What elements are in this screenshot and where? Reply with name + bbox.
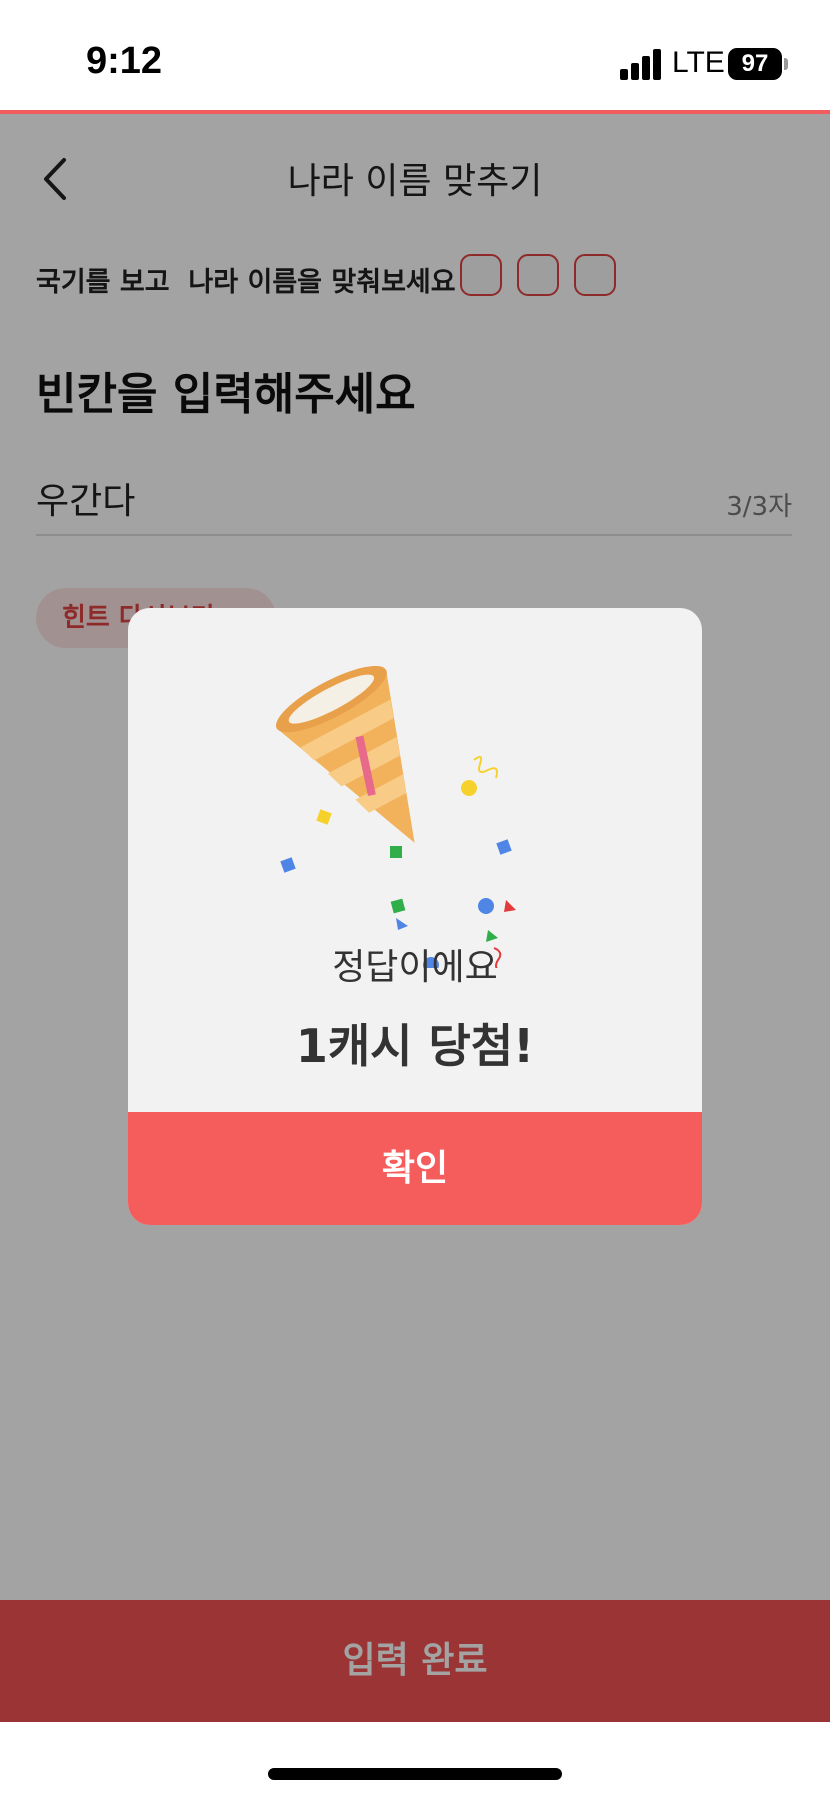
confirm-button[interactable]: 확인 [128, 1112, 702, 1225]
party-popper-icon [275, 665, 516, 968]
result-modal: 정답이에요 1캐시 당첨! 확인 [128, 608, 702, 1225]
status-time: 9:12 [86, 40, 163, 82]
battery-icon: 97 [728, 48, 782, 80]
cellular-signal-icon [620, 48, 664, 80]
battery-nub [784, 58, 788, 70]
prize-text: 1캐시 당첨! [295, 1019, 535, 1073]
status-bar: 9:12 LTE 97 [0, 0, 830, 110]
home-indicator[interactable] [268, 1768, 562, 1780]
network-type: LTE [672, 46, 725, 79]
result-message: 정답이에요 [332, 947, 498, 988]
